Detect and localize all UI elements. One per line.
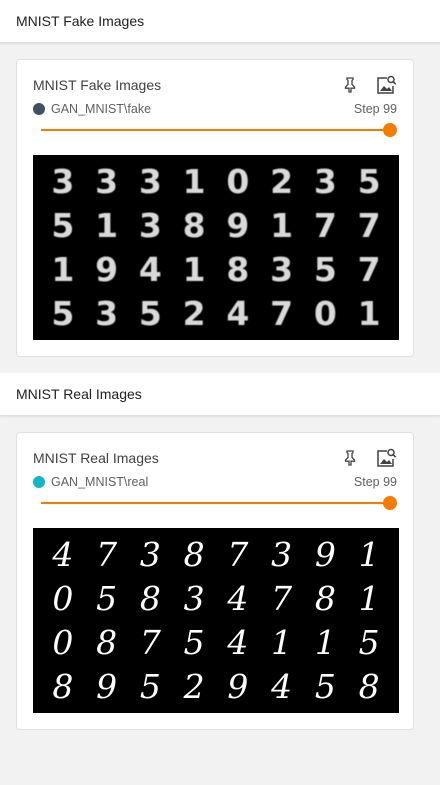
digit-cell: 5 — [357, 161, 381, 201]
section-body-fake: MNIST Fake Images GAN_MNIST\fake Step 99 — [0, 43, 440, 373]
digit-cell: 7 — [96, 534, 118, 574]
image-card-fake: MNIST Fake Images GAN_MNIST\fake Step 99 — [16, 59, 414, 357]
digit-cell: 4 — [271, 667, 293, 707]
digit-cell: 4 — [138, 250, 162, 290]
digit-cell: 3 — [95, 294, 119, 334]
slider-thumb[interactable] — [383, 496, 397, 510]
run-color-dot — [33, 103, 45, 115]
digit-cell: 3 — [139, 534, 161, 574]
digit-cell: 2 — [182, 294, 206, 334]
digit-cell: 1 — [270, 205, 294, 245]
digit-cell: 0 — [52, 578, 74, 618]
digit-cell: 7 — [313, 205, 337, 245]
generated-image[interactable]: 33310235513891771941835753524701 — [33, 155, 399, 340]
section-header-fake[interactable]: MNIST Fake Images — [0, 0, 440, 43]
digit-cell: 8 — [314, 578, 336, 618]
digit-cell: 8 — [182, 205, 206, 245]
digit-cell: 9 — [96, 667, 118, 707]
real-image[interactable]: 47387391058347810875411589529458 — [33, 528, 399, 713]
digit-cell: 0 — [52, 623, 74, 663]
card-title: MNIST Fake Images — [33, 77, 162, 93]
digit-cell: 5 — [183, 623, 205, 663]
digit-cell: 8 — [96, 623, 118, 663]
digit-cell: 0 — [226, 161, 250, 201]
digit-cell: 7 — [139, 623, 161, 663]
image-search-icon[interactable] — [375, 74, 397, 96]
digit-cell: 2 — [183, 667, 205, 707]
digit-cell: 7 — [357, 250, 381, 290]
digit-cell: 5 — [314, 667, 336, 707]
step-label: Step 99 — [353, 102, 397, 116]
step-slider[interactable] — [41, 494, 397, 512]
section-real: MNIST Real Images MNIST Real Images GAN_… — [0, 373, 440, 746]
digit-cell: 1 — [357, 294, 381, 334]
digit-cell: 2 — [270, 161, 294, 201]
digit-cell: 3 — [138, 205, 162, 245]
run-name: GAN_MNIST\real — [51, 475, 149, 489]
image-card-real: MNIST Real Images GAN_MNIST\real Step 99 — [16, 432, 414, 730]
digit-cell: 3 — [138, 161, 162, 201]
step-slider[interactable] — [41, 121, 397, 139]
digit-cell: 4 — [227, 578, 249, 618]
digit-cell: 7 — [227, 534, 249, 574]
digit-cell: 9 — [227, 667, 249, 707]
pin-icon[interactable] — [339, 447, 361, 469]
slider-thumb[interactable] — [383, 123, 397, 137]
digit-cell: 1 — [182, 250, 206, 290]
digit-cell: 1 — [51, 250, 75, 290]
slider-track — [41, 129, 391, 131]
digit-cell: 3 — [271, 534, 293, 574]
digit-cell: 4 — [226, 294, 250, 334]
pin-icon[interactable] — [339, 74, 361, 96]
section-header-real[interactable]: MNIST Real Images — [0, 373, 440, 416]
digit-cell: 4 — [227, 623, 249, 663]
digit-cell: 3 — [183, 578, 205, 618]
digit-cell: 4 — [52, 534, 74, 574]
section-fake: MNIST Fake Images MNIST Fake Images GAN_… — [0, 0, 440, 373]
digit-cell: 5 — [313, 250, 337, 290]
digit-cell: 5 — [139, 667, 161, 707]
digit-cell: 7 — [271, 578, 293, 618]
slider-track — [41, 502, 391, 504]
section-body-real: MNIST Real Images GAN_MNIST\real Step 99 — [0, 416, 440, 746]
digit-cell: 3 — [313, 161, 337, 201]
digit-cell: 3 — [51, 161, 75, 201]
digit-cell: 1 — [182, 161, 206, 201]
digit-cell: 8 — [226, 250, 250, 290]
digit-cell: 5 — [51, 205, 75, 245]
digit-cell: 8 — [183, 534, 205, 574]
digit-cell: 1 — [358, 534, 380, 574]
digit-cell: 1 — [358, 578, 380, 618]
digit-cell: 9 — [95, 250, 119, 290]
digit-cell: 8 — [52, 667, 74, 707]
image-search-icon[interactable] — [375, 447, 397, 469]
digit-cell: 8 — [358, 667, 380, 707]
digit-cell: 3 — [270, 250, 294, 290]
digit-cell: 9 — [314, 534, 336, 574]
digit-cell: 7 — [357, 205, 381, 245]
digit-cell: 1 — [271, 623, 293, 663]
digit-cell: 3 — [95, 161, 119, 201]
digit-cell: 5 — [358, 623, 380, 663]
digit-cell: 8 — [139, 578, 161, 618]
digit-cell: 7 — [270, 294, 294, 334]
digit-cell: 5 — [51, 294, 75, 334]
run-name: GAN_MNIST\fake — [51, 102, 152, 116]
step-label: Step 99 — [353, 475, 397, 489]
digit-cell: 9 — [226, 205, 250, 245]
run-color-dot — [33, 476, 45, 488]
digit-cell: 5 — [138, 294, 162, 334]
digit-cell: 0 — [313, 294, 337, 334]
digit-cell: 1 — [314, 623, 336, 663]
card-title: MNIST Real Images — [33, 450, 159, 466]
digit-cell: 5 — [96, 578, 118, 618]
digit-cell: 1 — [95, 205, 119, 245]
